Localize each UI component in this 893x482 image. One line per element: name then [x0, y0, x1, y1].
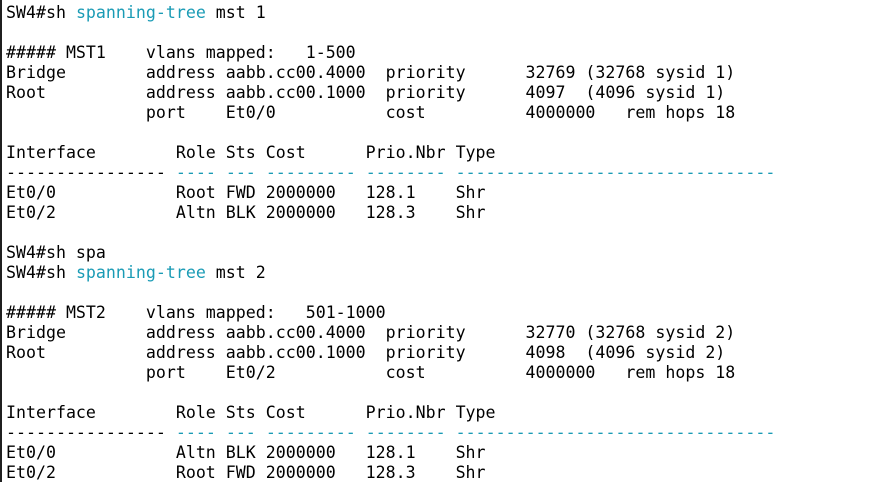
terminal-line: Et0/0 Root FWD 2000000 128.1 Shr [6, 183, 893, 203]
terminal-text: SW4#sh [6, 3, 76, 22]
terminal-text: Interface Role Sts Cost Prio.Nbr Type [6, 143, 496, 162]
terminal-line: SW4#sh spanning-tree mst 2 [6, 263, 893, 283]
table-separator: -------- [365, 423, 446, 442]
terminal-line: Bridge address aabb.cc00.4000 priority 3… [6, 323, 893, 343]
table-separator: ---- [175, 163, 216, 182]
terminal-text: Et0/0 Root FWD 2000000 128.1 Shr [6, 183, 486, 202]
terminal-text: Et0/2 Root FWD 2000000 128.3 Shr [6, 463, 486, 482]
terminal-line: ---------------- ---- --- --------- ----… [6, 423, 893, 443]
terminal-line: ---------------- ---- --- --------- ----… [6, 163, 893, 183]
terminal-text: Et0/2 Altn BLK 2000000 128.3 Shr [6, 203, 486, 222]
command-keyword: spanning-tree [75, 3, 206, 22]
table-separator: -------- [365, 163, 446, 182]
table-separator: ---------------- [6, 163, 166, 182]
terminal-text: mst 1 [205, 3, 266, 22]
terminal-text: port Et0/0 cost 4000000 rem hops 18 [6, 103, 736, 122]
terminal-line: port Et0/2 cost 4000000 rem hops 18 [6, 363, 893, 383]
terminal-line: Et0/0 Altn BLK 2000000 128.1 Shr [6, 443, 893, 463]
terminal-line: Interface Role Sts Cost Prio.Nbr Type [6, 403, 893, 423]
terminal-text: port Et0/2 cost 4000000 rem hops 18 [6, 363, 736, 382]
terminal-text: Root address aabb.cc00.1000 priority 409… [6, 343, 726, 362]
table-separator: -------------------------------- [455, 163, 776, 182]
terminal-line: port Et0/0 cost 4000000 rem hops 18 [6, 103, 893, 123]
terminal-window[interactable]: SW4#sh spanning-tree mst 1 ##### MST1 vla… [0, 0, 893, 482]
terminal-line: Root address aabb.cc00.1000 priority 409… [6, 83, 893, 103]
terminal-text: SW4#sh [6, 263, 76, 282]
terminal-line: Bridge address aabb.cc00.4000 priority 3… [6, 63, 893, 83]
terminal-output: SW4#sh spanning-tree mst 1 ##### MST1 vla… [6, 3, 893, 482]
terminal-line: Root address aabb.cc00.1000 priority 409… [6, 343, 893, 363]
terminal-text: SW4#sh spa [6, 243, 106, 262]
table-separator: --- [225, 423, 256, 442]
table-separator: --------- [265, 423, 356, 442]
table-separator: -------------------------------- [455, 423, 776, 442]
terminal-text: ##### MST2 vlans mapped: 501-1000 [6, 303, 386, 322]
terminal-text: Bridge address aabb.cc00.4000 priority 3… [6, 63, 736, 82]
terminal-text: mst 2 [205, 263, 266, 282]
terminal-text: Interface Role Sts Cost Prio.Nbr Type [6, 403, 496, 422]
table-separator: ---------------- [6, 423, 166, 442]
terminal-text: ##### MST1 vlans mapped: 1-500 [6, 43, 356, 62]
terminal-line: SW4#sh spa [6, 243, 893, 263]
terminal-line: Et0/2 Root FWD 2000000 128.3 Shr [6, 463, 893, 482]
terminal-line: Interface Role Sts Cost Prio.Nbr Type [6, 143, 893, 163]
terminal-text: Bridge address aabb.cc00.4000 priority 3… [6, 323, 736, 342]
terminal-line: ##### MST2 vlans mapped: 501-1000 [6, 303, 893, 323]
command-keyword: spanning-tree [75, 263, 206, 282]
table-separator: --- [225, 163, 256, 182]
terminal-text: Root address aabb.cc00.1000 priority 409… [6, 83, 726, 102]
terminal-line: Et0/2 Altn BLK 2000000 128.3 Shr [6, 203, 893, 223]
table-separator: ---- [175, 423, 216, 442]
terminal-text: Et0/0 Altn BLK 2000000 128.1 Shr [6, 443, 486, 462]
terminal-line: SW4#sh spanning-tree mst 1 [6, 3, 893, 23]
table-separator: --------- [265, 163, 356, 182]
terminal-line: ##### MST1 vlans mapped: 1-500 [6, 43, 893, 63]
